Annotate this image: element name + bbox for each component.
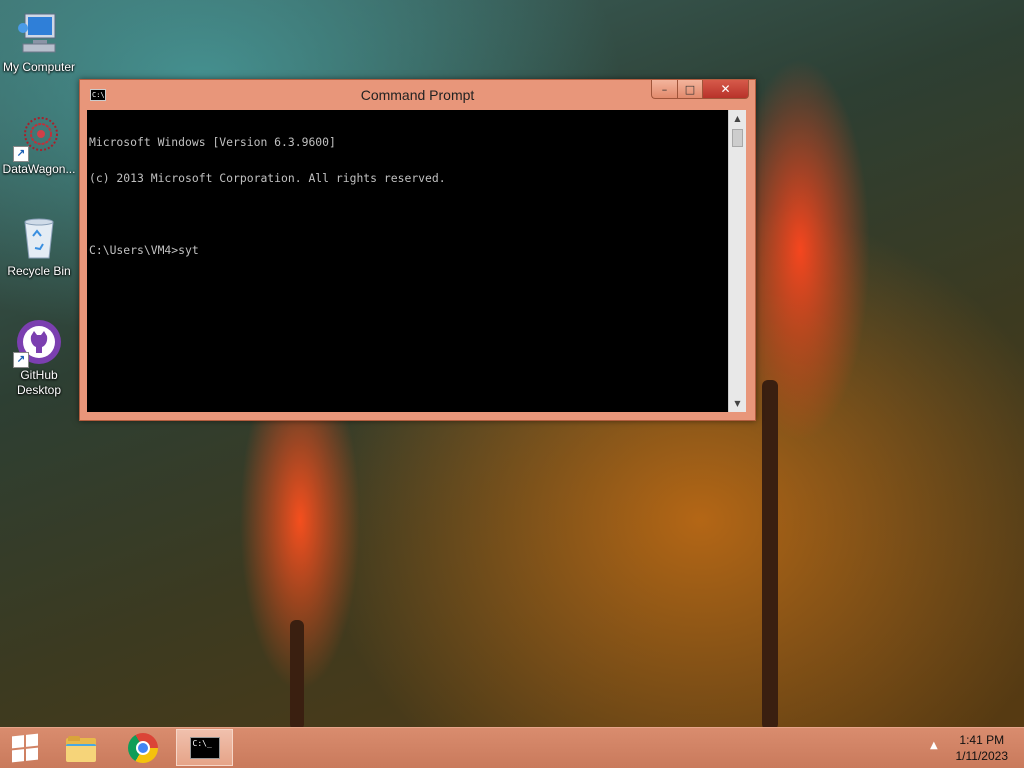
desktop-icon-label: GitHub Desktop: [16, 368, 62, 397]
system-clock[interactable]: 1:41 PM 1/11/2023: [956, 732, 1009, 764]
window-titlebar[interactable]: C:\ Command Prompt – □ ✕: [80, 80, 755, 110]
taskbar: C:\_ ▲ 1:41 PM 1/11/2023: [0, 727, 1024, 768]
desktop-icon-label: DataWagon...: [2, 162, 76, 176]
scroll-up-arrow-icon[interactable]: ▲: [729, 110, 746, 127]
desktop-icon-datawagon[interactable]: ↗ DataWagon...: [0, 112, 78, 177]
wallpaper-stem: [762, 380, 778, 730]
desktop-icon-label: Recycle Bin: [7, 264, 71, 278]
taskbar-chrome[interactable]: [114, 729, 171, 766]
wallpaper-stem: [290, 620, 304, 730]
windows-logo-icon: [12, 733, 38, 763]
clock-date: 1/11/2023: [955, 749, 1009, 763]
datawagon-icon: ↗: [13, 112, 63, 162]
shortcut-arrow-icon: ↗: [13, 146, 29, 162]
window-controls: – □ ✕: [651, 80, 749, 100]
shortcut-arrow-icon: ↗: [13, 352, 29, 368]
show-hidden-icons-arrow-icon[interactable]: ▲: [930, 740, 938, 751]
desktop-icon-recycle-bin[interactable]: Recycle Bin: [0, 214, 78, 279]
recycle-bin-icon: [15, 214, 63, 262]
computer-icon: [15, 10, 63, 58]
console-line: (c) 2013 Microsoft Corporation. All righ…: [89, 171, 446, 185]
vertical-scrollbar[interactable]: ▲ ▼: [728, 110, 746, 412]
console-line: Microsoft Windows [Version 6.3.9600]: [89, 135, 336, 149]
cmd-icon: C:\_: [189, 736, 220, 759]
maximize-button[interactable]: □: [677, 80, 703, 99]
minimize-button[interactable]: –: [651, 80, 677, 99]
desktop-icon-label: My Computer: [2, 60, 76, 74]
taskbar-command-prompt[interactable]: C:\_: [176, 729, 233, 766]
start-button[interactable]: [0, 728, 50, 768]
clock-time: 1:41 PM: [959, 733, 1005, 747]
console-output[interactable]: Microsoft Windows [Version 6.3.9600] (c)…: [87, 110, 728, 412]
command-prompt-window[interactable]: C:\ Command Prompt – □ ✕ Microsoft Windo…: [79, 79, 756, 421]
taskbar-file-explorer[interactable]: [52, 729, 109, 766]
desktop-icon-github-desktop[interactable]: ↗ GitHub Desktop: [0, 318, 78, 398]
folder-icon: [65, 735, 96, 762]
close-button[interactable]: ✕: [703, 80, 749, 99]
chrome-icon: [127, 732, 158, 763]
scrollbar-thumb[interactable]: [732, 129, 743, 147]
console-prompt-line[interactable]: C:\Users\VM4>syt: [89, 244, 726, 256]
desktop-icon-my-computer[interactable]: My Computer: [0, 10, 78, 75]
scroll-down-arrow-icon[interactable]: ▼: [729, 395, 746, 412]
github-desktop-icon: ↗: [13, 318, 63, 368]
